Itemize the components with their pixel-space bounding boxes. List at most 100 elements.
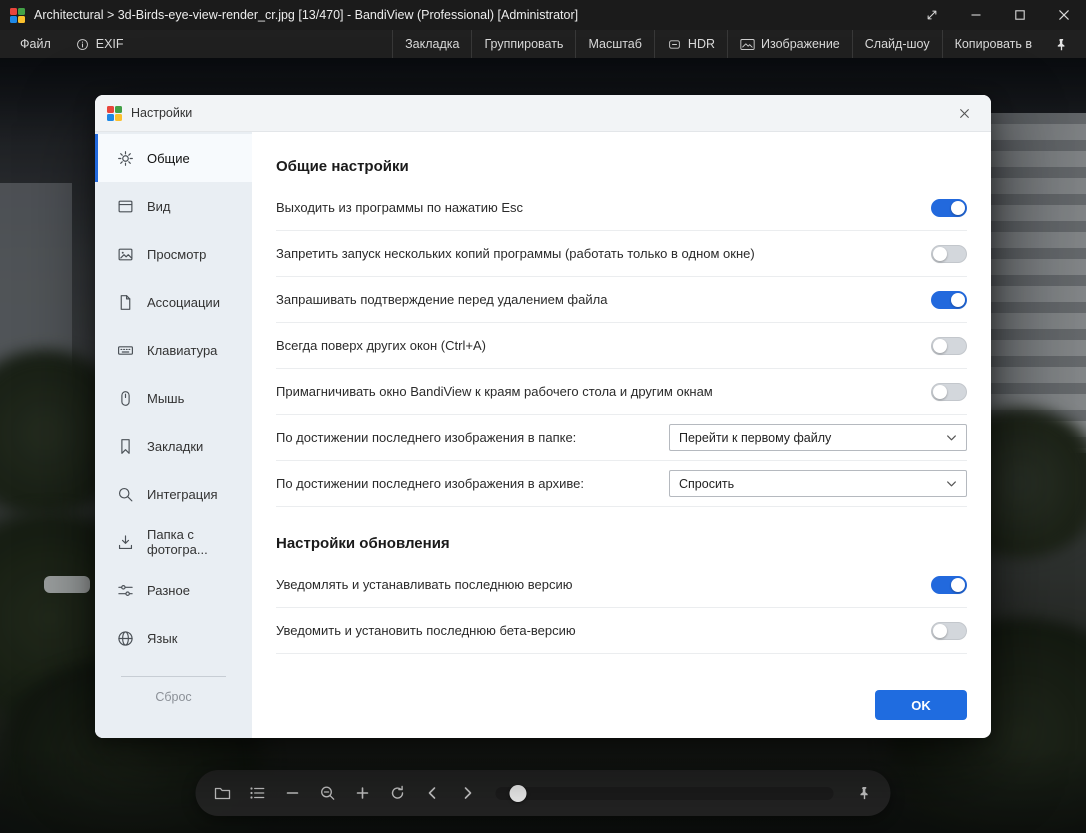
general-row-2: Запрашивать подтверждение перед удаление…: [276, 277, 967, 323]
rotate-button[interactable]: [381, 777, 414, 810]
menu-item-4[interactable]: Изображение: [727, 30, 852, 58]
chevron-down-icon: [946, 480, 957, 488]
sidebar-item-0[interactable]: Общие: [95, 134, 252, 182]
setting-label: По достижении последнего изображения в а…: [276, 476, 653, 491]
sidebar-item-3[interactable]: Ассоциации: [95, 278, 252, 326]
chevron-right-button[interactable]: [451, 777, 484, 810]
general-row-0: Выходить из программы по нажатию Esc: [276, 185, 967, 231]
ok-button[interactable]: OK: [875, 690, 967, 720]
menu-exif[interactable]: EXIF: [63, 30, 136, 58]
general-toggle-3[interactable]: [931, 337, 967, 355]
chevron-left-button[interactable]: [416, 777, 449, 810]
sidebar-item-1[interactable]: Вид: [95, 182, 252, 230]
bottom-toolbar: [196, 770, 891, 816]
setting-label: Запретить запуск нескольких копий програ…: [276, 246, 915, 261]
dialog-close-button[interactable]: [949, 98, 979, 128]
toggle-knob: [951, 201, 965, 215]
toggle-knob: [933, 385, 947, 399]
sidebar-item-6[interactable]: Закладки: [95, 422, 252, 470]
sidebar-item-label: Общие: [147, 151, 190, 166]
close-icon: [959, 108, 970, 119]
window-title: Architectural > 3d-Birds-eye-view-render…: [34, 8, 578, 22]
titlebar: Architectural > 3d-Birds-eye-view-render…: [0, 0, 1086, 30]
general-toggle-0[interactable]: [931, 199, 967, 217]
zoom-fit-button[interactable]: [311, 777, 344, 810]
dialog-sidebar-list: Общие Вид Просмотр Ассоциации Клавиатура Мышь…: [95, 134, 252, 662]
toggle-knob: [933, 339, 947, 353]
toggle-knob: [933, 247, 947, 261]
general-row-3: Всегда поверх других окон (Ctrl+A): [276, 323, 967, 369]
select-value: Спросить: [679, 477, 734, 491]
slider-handle[interactable]: [509, 785, 526, 802]
menu-item-2[interactable]: Масштаб: [575, 30, 653, 58]
updates-toggle-0[interactable]: [931, 576, 967, 594]
reset-button[interactable]: Сброс: [95, 690, 252, 704]
menu-item-6[interactable]: Копировать в: [942, 30, 1044, 58]
dialog-body: Общие Вид Просмотр Ассоциации Клавиатура Мышь…: [95, 132, 991, 738]
sidebar-item-7[interactable]: Интеграция: [95, 470, 252, 518]
list-button[interactable]: [241, 777, 274, 810]
menu-item-label: Копировать в: [955, 37, 1032, 51]
general-select-6[interactable]: Спросить: [669, 470, 967, 497]
setting-label: Запрашивать подтверждение перед удаление…: [276, 292, 915, 307]
zoom-out-button[interactable]: [276, 777, 309, 810]
fullscreen-button[interactable]: [910, 0, 954, 30]
mouse-icon: [117, 390, 134, 407]
sidebar-item-10[interactable]: Язык: [95, 614, 252, 662]
general-row-4: Примагничивать окно BandiView к краям ра…: [276, 369, 967, 415]
minimize-button[interactable]: [954, 0, 998, 30]
sidebar-item-label: Клавиатура: [147, 343, 217, 358]
settings-dialog: Настройки Общие Вид Просмотр Ассоциации Клав…: [95, 95, 991, 738]
toggle-knob: [951, 293, 965, 307]
zoom-in-icon: [353, 784, 371, 802]
close-icon: [1058, 9, 1070, 21]
image-icon: [117, 246, 134, 263]
zoom-in-button[interactable]: [346, 777, 379, 810]
bookmark-icon: [117, 438, 134, 455]
general-select-5[interactable]: Перейти к первому файлу: [669, 424, 967, 451]
info-icon: [75, 38, 90, 51]
sidebar-item-8[interactable]: Папка с фотогра...: [95, 518, 252, 566]
general-row-6: По достижении последнего изображения в а…: [276, 461, 967, 507]
general-toggle-2[interactable]: [931, 291, 967, 309]
menu-item-1[interactable]: Группировать: [471, 30, 575, 58]
menu-item-label: Масштаб: [588, 37, 641, 51]
general-row-1: Запретить запуск нескольких копий програ…: [276, 231, 967, 277]
menubar-pin-button[interactable]: [1044, 30, 1078, 58]
sidebar-item-label: Просмотр: [147, 247, 206, 262]
updates-toggle-1[interactable]: [931, 622, 967, 640]
menu-item-label: Слайд-шоу: [865, 37, 930, 51]
folder-button[interactable]: [206, 777, 239, 810]
sidebar-item-4[interactable]: Клавиатура: [95, 326, 252, 374]
general-toggle-4[interactable]: [931, 383, 967, 401]
position-slider[interactable]: [496, 787, 834, 800]
general-heading: Общие настройки: [276, 158, 967, 175]
sidebar-item-2[interactable]: Просмотр: [95, 230, 252, 278]
setting-label: Уведомлять и устанавливать последнюю вер…: [276, 577, 915, 592]
sidebar-item-5[interactable]: Мышь: [95, 374, 252, 422]
close-button[interactable]: [1042, 0, 1086, 30]
menu-item-label: Закладка: [405, 37, 459, 51]
dialog-content: Общие настройки Выходить из программы по…: [252, 132, 991, 738]
pin-icon: [1055, 38, 1068, 51]
menu-item-0[interactable]: Закладка: [392, 30, 471, 58]
zoom-out-icon: [283, 784, 301, 802]
menu-item-3[interactable]: HDR: [654, 30, 727, 58]
layout-icon: [117, 198, 134, 215]
zoom-fit-icon: [318, 784, 336, 802]
ok-row: OK: [276, 670, 967, 720]
sidebar-item-label: Разное: [147, 583, 190, 598]
setting-label: Примагничивать окно BandiView к краям ра…: [276, 384, 915, 399]
menu-file[interactable]: Файл: [8, 30, 63, 58]
menu-item-5[interactable]: Слайд-шоу: [852, 30, 942, 58]
bandiview-logo-icon: [107, 106, 122, 121]
menu-exif-label: EXIF: [96, 37, 124, 51]
general-toggle-1[interactable]: [931, 245, 967, 263]
toggle-knob: [933, 624, 947, 638]
dialog-header: Настройки: [95, 95, 991, 132]
sidebar-item-9[interactable]: Разное: [95, 566, 252, 614]
toolbar-pin-button[interactable]: [848, 777, 881, 810]
sidebar-item-label: Интеграция: [147, 487, 218, 502]
minimize-icon: [970, 9, 982, 21]
maximize-button[interactable]: [998, 0, 1042, 30]
